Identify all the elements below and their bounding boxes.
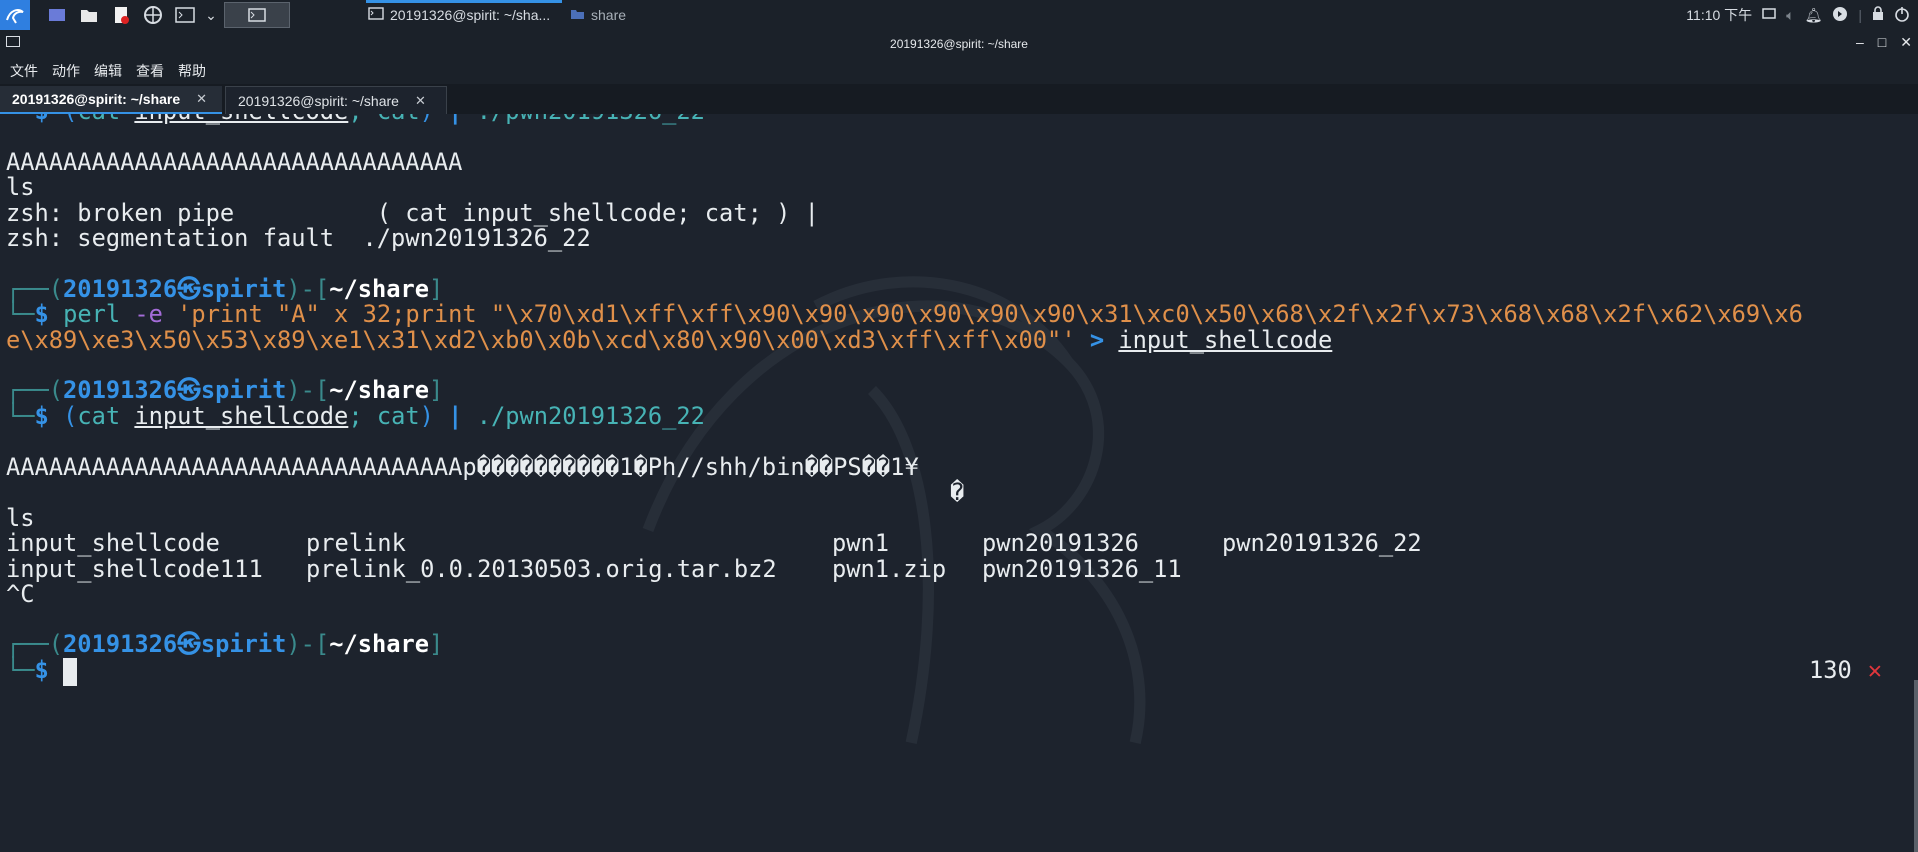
tab-label: 20191326@spirit: ~/share [12,91,181,107]
terminal-icon [368,7,384,23]
menu-file[interactable]: 文件 [10,61,38,81]
menu-action[interactable]: 动作 [52,61,80,81]
output-line: ^C [6,580,35,608]
output-line: AAAAAAAAAAAAAAAAAAAAAAAAAAAAAAAAp�������… [6,453,919,481]
kali-menu-icon[interactable] [0,0,30,30]
minimize-icon[interactable]: – [1856,34,1864,51]
terminal-launcher-icon[interactable] [174,4,196,26]
separator: | [1858,7,1862,23]
notification-bell-icon[interactable]: 🔔︎ [1805,7,1823,24]
output-line: zsh: segmentation fault ./pwn20191326_22 [6,224,591,252]
clock[interactable]: 11:10 下午 [1686,5,1752,25]
show-desktop-icon[interactable] [46,4,68,26]
top-panel: ⌄ 20191326@spirit: ~/sha... share 11:10 … [0,0,1918,30]
tab-terminal-1[interactable]: 20191326@spirit: ~/share ✕ [0,86,222,114]
tab-close-icon[interactable]: ✕ [415,93,426,109]
output-line: AAAAAAAAAAAAAAAAAAAAAAAAAAAAAAAA [6,148,463,176]
file-manager-icon[interactable] [78,4,100,26]
taskbar-terminal-button[interactable]: 20191326@spirit: ~/sha... [368,0,568,30]
lock-icon[interactable] [1872,6,1884,24]
command-line-wrap: e\x89\xe3\x50\x53\x89\xe1\x31\xd2\xb0\x0… [6,326,1333,354]
close-icon[interactable]: ✕ [1900,34,1912,51]
command-line-active[interactable]: └─$ [6,655,78,686]
command-line: └─$ (cat input_shellcode; cat) | ./pwn20… [6,402,705,430]
menubar: 文件 动作 编辑 查看 帮助 [0,58,1918,84]
tab-bar: 20191326@spirit: ~/share ✕ 20191326@spir… [0,84,1918,114]
maximize-icon[interactable]: □ [1878,34,1886,51]
exit-status: 130 ✕ [1809,655,1882,686]
tab-terminal-2[interactable]: 20191326@spirit: ~/share ✕ [225,86,447,114]
taskbar-folder-button[interactable]: share [570,0,626,30]
tab-label: 20191326@spirit: ~/share [238,92,399,109]
window-titlebar[interactable]: 20191326@spirit: ~/share – □ ✕ [0,30,1918,58]
quick-launch: ⌄ [46,0,217,30]
taskbar-terminal-label: 20191326@spirit: ~/sha... [390,7,551,23]
text-cursor [63,657,78,686]
error-x-icon: ✕ [1867,656,1882,684]
taskbar-folder-label: share [591,7,627,23]
workspace-button[interactable] [224,2,290,28]
menu-edit[interactable]: 编辑 [94,61,122,81]
exit-code: 130 [1808,656,1852,684]
power-icon[interactable] [1832,6,1848,25]
output-line: � [950,478,965,506]
volume-icon[interactable]: 🔈︎ [1786,7,1794,24]
text-editor-icon[interactable] [110,4,132,26]
ls-output-row: input_shellcode111 prelink_0.0.20130503.o… [6,555,1182,583]
tab-close-icon[interactable]: ✕ [196,91,207,107]
scrollbar[interactable] [1914,680,1918,852]
window-title: 20191326@spirit: ~/share [890,37,1028,51]
command-line: └─$ (cat input_shellcode; cat) | ./pwn20… [6,114,705,127]
system-tray: 11:10 下午 🔈︎ 🔔︎ | [1686,0,1918,30]
display-icon[interactable] [1762,7,1776,23]
browser-icon[interactable] [142,4,164,26]
menu-view[interactable]: 查看 [136,61,164,81]
logout-icon[interactable] [1894,6,1910,25]
folder-icon [570,7,585,23]
menu-help[interactable]: 帮助 [178,61,206,81]
window-controls: – □ ✕ [1856,34,1912,51]
chevron-down-icon[interactable]: ⌄ [205,4,217,26]
terminal-output[interactable]: └─$ (cat input_shellcode; cat) | ./pwn20… [0,114,1918,852]
